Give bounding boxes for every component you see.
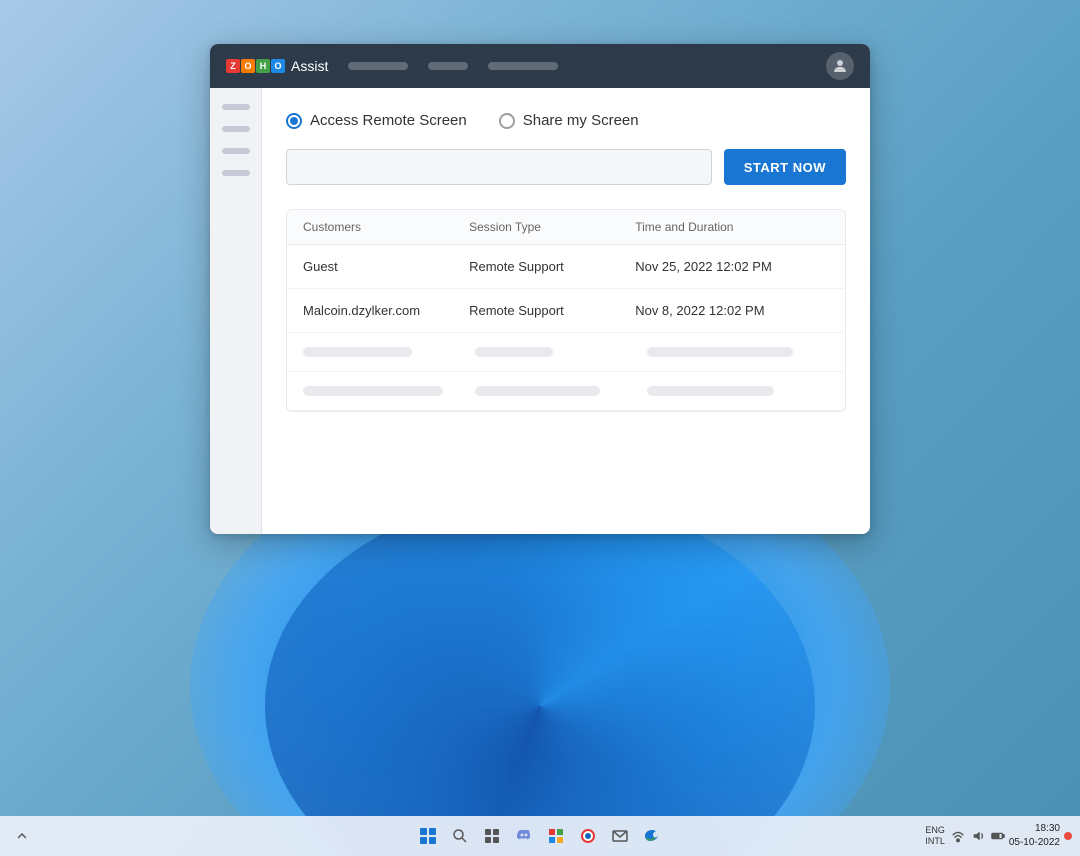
system-tray: ENGINTL: [925, 825, 1005, 847]
radio-access-remote[interactable]: Access Remote Screen: [286, 112, 467, 129]
logo-o1: O: [241, 59, 255, 73]
volume-icon: [971, 829, 985, 843]
skeleton-4: [303, 386, 443, 396]
radio-section: Access Remote Screen Share my Screen: [286, 112, 846, 129]
store-icon[interactable]: [542, 822, 570, 850]
logo-container: Z O H O Assist: [226, 58, 328, 74]
zoho-logo: Z O H O: [226, 59, 285, 73]
table-row[interactable]: Malcoin.dzylker.com Remote Support Nov 8…: [287, 289, 845, 333]
logo-o2: O: [271, 59, 285, 73]
app-window: Z O H O Assist: [210, 44, 870, 534]
session-input[interactable]: [286, 149, 712, 185]
logo-h: H: [256, 59, 270, 73]
clock: 18:30: [1009, 822, 1060, 836]
chrome-icon[interactable]: [574, 822, 602, 850]
col-header-time: Time and Duration: [635, 220, 829, 234]
table-header: Customers Session Type Time and Duration: [287, 210, 845, 245]
system-tray-arrow[interactable]: [8, 822, 36, 850]
nav-placeholder-1[interactable]: [348, 62, 408, 70]
start-now-button[interactable]: START NOW: [724, 149, 846, 185]
nav-items: [348, 62, 814, 70]
battery-icon: [991, 829, 1005, 843]
nav-placeholder-3[interactable]: [488, 62, 558, 70]
radio-share-screen[interactable]: Share my Screen: [499, 112, 639, 129]
cell-customer-2: Malcoin.dzylker.com: [303, 303, 469, 318]
mail-icon[interactable]: [606, 822, 634, 850]
edge-icon[interactable]: [638, 822, 666, 850]
sidebar-item-1[interactable]: [222, 104, 250, 110]
radio-share-screen-circle[interactable]: [499, 113, 515, 129]
app-title: Assist: [291, 58, 328, 74]
sidebar-item-2[interactable]: [222, 126, 250, 132]
wifi-icon: [951, 829, 965, 843]
col-header-session-type: Session Type: [469, 220, 635, 234]
desktop: Z O H O Assist: [0, 0, 1080, 856]
taskbar: ENGINTL 18:30 05-10-2022: [0, 816, 1080, 856]
notification-dot[interactable]: [1064, 832, 1072, 840]
radio-share-screen-label: Share my Screen: [523, 112, 639, 129]
input-row: START NOW: [286, 149, 846, 185]
nav-placeholder-2[interactable]: [428, 62, 468, 70]
sessions-table: Customers Session Type Time and Duration…: [286, 209, 846, 412]
skeleton-1: [303, 347, 412, 357]
cell-session-type-1: Remote Support: [469, 259, 635, 274]
cell-time-2: Nov 8, 2022 12:02 PM: [635, 303, 829, 318]
skeleton-row-2: [287, 372, 845, 411]
skeleton-6: [647, 386, 774, 396]
skeleton-5: [475, 386, 600, 396]
task-view-icon[interactable]: [478, 822, 506, 850]
taskbar-right: ENGINTL 18:30 05-10-2022: [925, 822, 1072, 850]
date: 05-10-2022: [1009, 836, 1060, 850]
windows-logo: [420, 828, 436, 844]
table-row[interactable]: Guest Remote Support Nov 25, 2022 12:02 …: [287, 245, 845, 289]
taskbar-center: [414, 822, 666, 850]
col-header-customers: Customers: [303, 220, 469, 234]
main-content: Access Remote Screen Share my Screen STA…: [262, 88, 870, 534]
cell-time-1: Nov 25, 2022 12:02 PM: [635, 259, 829, 274]
logo-z: Z: [226, 59, 240, 73]
time-date: 18:30 05-10-2022: [1009, 822, 1060, 850]
app-body: Access Remote Screen Share my Screen STA…: [210, 88, 870, 534]
skeleton-3: [647, 347, 793, 357]
cell-customer-1: Guest: [303, 259, 469, 274]
start-button[interactable]: [414, 822, 442, 850]
titlebar: Z O H O Assist: [210, 44, 870, 88]
skeleton-row-1: [287, 333, 845, 372]
search-taskbar-icon[interactable]: [446, 822, 474, 850]
sidebar: [210, 88, 262, 534]
language-indicator: ENGINTL: [925, 825, 945, 847]
chat-app-icon[interactable]: [510, 822, 538, 850]
radio-access-remote-label: Access Remote Screen: [310, 112, 467, 129]
sidebar-item-4[interactable]: [222, 170, 250, 176]
cell-session-type-2: Remote Support: [469, 303, 635, 318]
skeleton-2: [475, 347, 553, 357]
user-avatar[interactable]: [826, 52, 854, 80]
sidebar-item-3[interactable]: [222, 148, 250, 154]
radio-access-remote-circle[interactable]: [286, 113, 302, 129]
